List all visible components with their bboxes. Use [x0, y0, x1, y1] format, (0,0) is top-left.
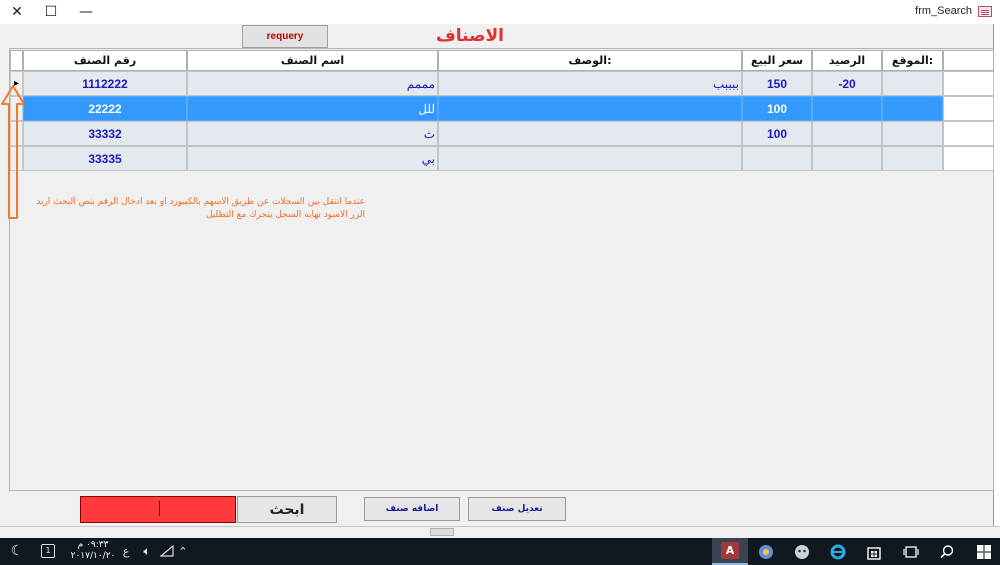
horizontal-scrollbar-thumb[interactable] [430, 528, 454, 536]
cell-sale-price[interactable]: 100 [742, 121, 812, 146]
cell-item-code[interactable]: 33335 [23, 146, 187, 171]
window-title-bar [0, 0, 1000, 24]
clock-date: ٢٠١٧/١٠/٢٠ [70, 551, 116, 561]
cell-item-code[interactable]: 22222 [23, 96, 187, 121]
access-app-icon: A [721, 542, 739, 559]
cell-location[interactable] [882, 146, 943, 171]
task-view-icon[interactable] [899, 541, 923, 562]
cell-location[interactable] [882, 121, 943, 146]
maximize-window-button[interactable]: ☐ [36, 0, 66, 24]
store-app-icon[interactable] [862, 541, 886, 562]
cell-description[interactable] [438, 96, 742, 121]
annotation-note: عندما انتقل بين السجلات عن طريق الاسهم ب… [20, 196, 365, 222]
taskbar-clock[interactable]: ٠٩:٣٣ م ٢٠١٧/١٠/٢٠ [68, 540, 118, 562]
minimize-window-button[interactable]: — [71, 0, 101, 24]
form-title: الاصناف [436, 26, 504, 46]
cell-description[interactable]: ببببب [438, 71, 742, 96]
cell-description[interactable] [438, 146, 742, 171]
header-location: الموقع: [882, 50, 943, 71]
header-sale-price: سعر البيع [742, 50, 812, 71]
notification-count: 1 [41, 544, 55, 558]
cell-item-code[interactable]: 33332 [23, 121, 187, 146]
volume-icon[interactable]: 🔈︎ [138, 542, 156, 560]
vertical-scrollbar[interactable] [993, 24, 1000, 538]
close-window-button[interactable]: ✕ [2, 0, 32, 24]
header-extra [943, 50, 994, 71]
cell-location[interactable] [882, 71, 943, 96]
cell-location[interactable] [882, 96, 943, 121]
night-light-icon[interactable]: ☾ [6, 542, 28, 560]
search-button[interactable]: ابحث [237, 496, 337, 523]
text-caret [159, 501, 160, 516]
header-description: الوصف: [438, 50, 742, 71]
cell-sale-price[interactable] [742, 146, 812, 171]
media-app-icon[interactable] [754, 541, 778, 562]
search-icon[interactable] [935, 541, 959, 562]
cell-extra [943, 71, 994, 96]
cell-description[interactable] [438, 121, 742, 146]
input-language[interactable]: ع [118, 542, 134, 560]
messenger-app-icon[interactable] [790, 541, 814, 562]
header-item-name: اسم الصنف [187, 50, 438, 71]
taskbar-access-app-button[interactable]: A [712, 538, 748, 565]
horizontal-scrollbar[interactable] [0, 526, 1000, 538]
cell-item-code[interactable]: 1112222 [23, 71, 187, 96]
edit-item-button[interactable]: تعديل صنف [468, 497, 566, 521]
cell-item-name[interactable]: ث [187, 121, 438, 146]
annotation-note-line1: عندما انتقل بين السجلات عن طريق الاسهم ب… [36, 197, 365, 207]
cell-sale-price[interactable]: 150 [742, 71, 812, 96]
window-title: frm_Search [915, 5, 972, 17]
annotation-note-line2: الزر الاسود نهايه السجل يتحرك مع التظليل [205, 210, 365, 220]
header-balance: الرصيد [812, 50, 882, 71]
cell-extra [943, 146, 994, 171]
cell-balance[interactable] [812, 121, 882, 146]
cell-extra [943, 96, 994, 121]
network-icon[interactable] [158, 542, 176, 560]
show-hidden-icons-chevron-icon[interactable]: ⌃ [176, 542, 190, 560]
start-windows-icon[interactable] [972, 541, 996, 562]
header-row-selector [10, 50, 23, 71]
requery-button[interactable]: requery [242, 25, 328, 48]
cell-sale-price[interactable]: 100 [742, 96, 812, 121]
notification-center-icon[interactable]: 1 [38, 542, 58, 560]
add-item-button[interactable]: اضافه صنف [364, 497, 460, 521]
header-item-code: رقم الصنف [23, 50, 187, 71]
cell-balance[interactable]: -20 [812, 71, 882, 96]
cell-item-name[interactable]: للل [187, 96, 438, 121]
search-input[interactable] [80, 496, 236, 523]
form-icon [978, 6, 992, 17]
cell-item-name[interactable]: مممم [187, 71, 438, 96]
cell-extra [943, 121, 994, 146]
internet-explorer-icon[interactable] [826, 541, 850, 562]
cell-item-name[interactable]: بي [187, 146, 438, 171]
cell-balance[interactable] [812, 146, 882, 171]
cell-balance[interactable] [812, 96, 882, 121]
clock-time: ٠٩:٣٣ م [77, 540, 109, 550]
